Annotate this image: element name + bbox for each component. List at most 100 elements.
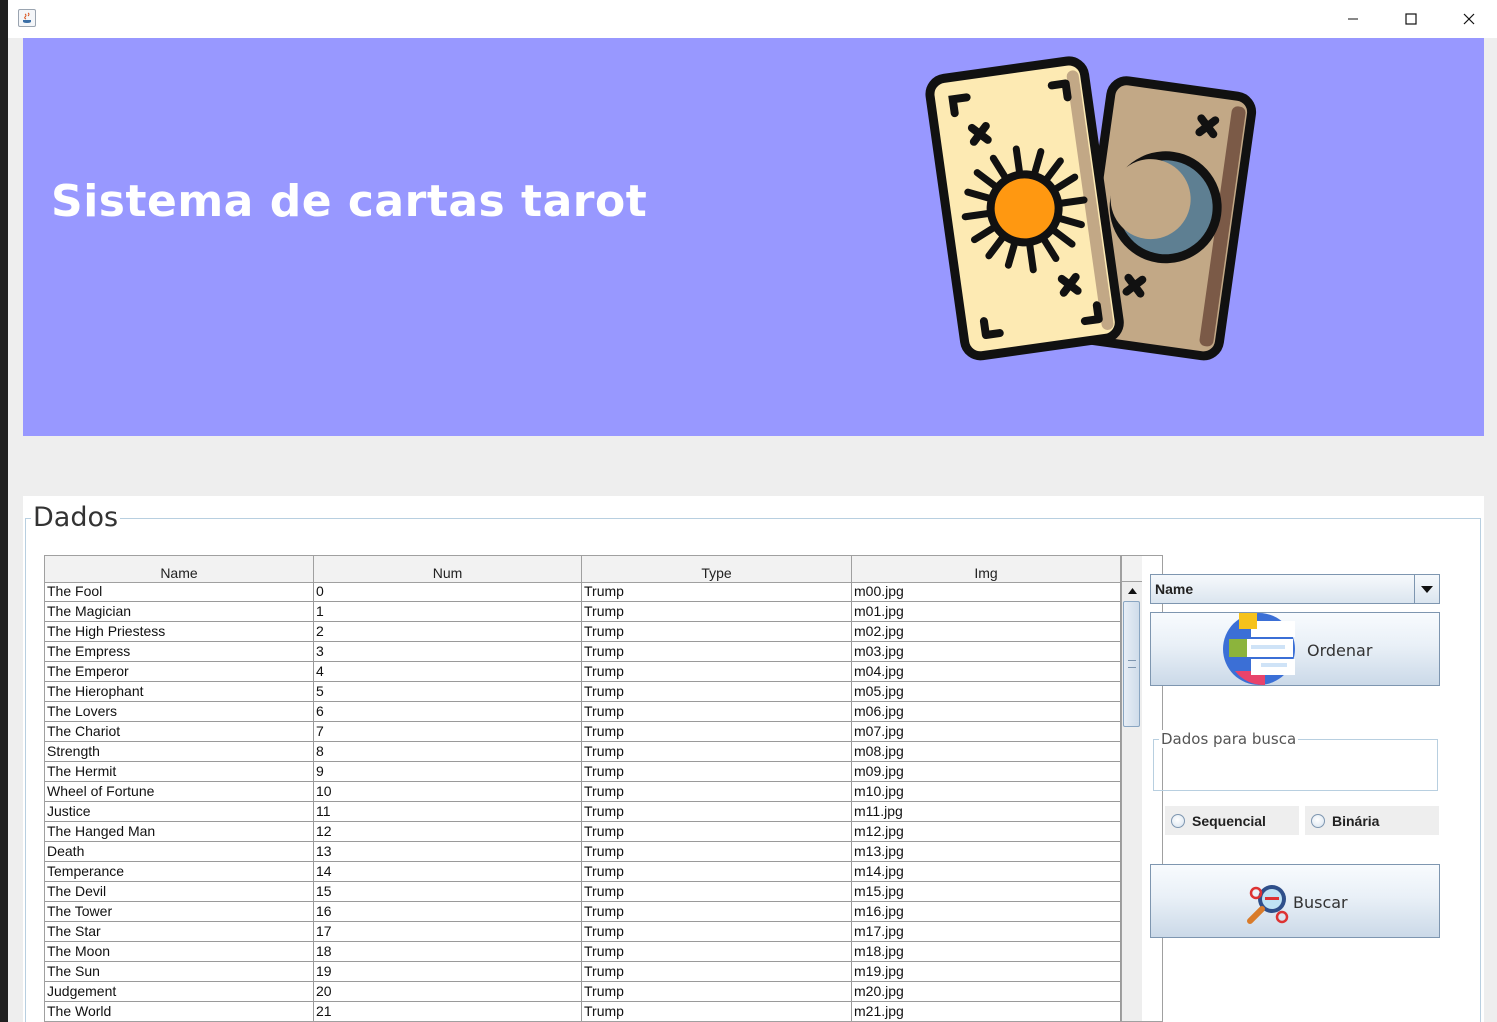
- cell-type[interactable]: Trump: [582, 682, 852, 702]
- cell-name[interactable]: The Fool: [45, 582, 314, 602]
- table-row[interactable]: Death 13 Trump m13.jpg: [45, 842, 1121, 862]
- cell-name[interactable]: Wheel of Fortune: [45, 782, 314, 802]
- java-app-icon[interactable]: [18, 9, 36, 27]
- cell-name[interactable]: The Star: [45, 922, 314, 942]
- cell-type[interactable]: Trump: [582, 802, 852, 822]
- table-row[interactable]: The World 21 Trump m21.jpg: [45, 1002, 1121, 1021]
- cell-type[interactable]: Trump: [582, 722, 852, 742]
- cell-img[interactable]: m14.jpg: [852, 862, 1121, 882]
- cell-type[interactable]: Trump: [582, 822, 852, 842]
- cell-num[interactable]: 20: [314, 982, 582, 1002]
- cell-num[interactable]: 10: [314, 782, 582, 802]
- cell-img[interactable]: m10.jpg: [852, 782, 1121, 802]
- table-row[interactable]: Judgement 20 Trump m20.jpg: [45, 982, 1121, 1002]
- cell-num[interactable]: 8: [314, 742, 582, 762]
- cell-img[interactable]: m02.jpg: [852, 622, 1121, 642]
- cell-name[interactable]: The High Priestess: [45, 622, 314, 642]
- cell-num[interactable]: 16: [314, 902, 582, 922]
- radio-binary[interactable]: Binária: [1305, 806, 1439, 835]
- cell-type[interactable]: Trump: [582, 842, 852, 862]
- cell-name[interactable]: The Hierophant: [45, 682, 314, 702]
- cell-num[interactable]: 7: [314, 722, 582, 742]
- column-header-name[interactable]: Name: [45, 556, 314, 582]
- table-row[interactable]: Justice 11 Trump m11.jpg: [45, 802, 1121, 822]
- cell-type[interactable]: Trump: [582, 602, 852, 622]
- table-row[interactable]: The Emperor 4 Trump m04.jpg: [45, 662, 1121, 682]
- cell-name[interactable]: The Tower: [45, 902, 314, 922]
- cell-type[interactable]: Trump: [582, 702, 852, 722]
- cell-num[interactable]: 14: [314, 862, 582, 882]
- cell-img[interactable]: m13.jpg: [852, 842, 1121, 862]
- cell-num[interactable]: 6: [314, 702, 582, 722]
- cell-name[interactable]: Strength: [45, 742, 314, 762]
- cell-name[interactable]: Temperance: [45, 862, 314, 882]
- table-row[interactable]: The Hermit 9 Trump m09.jpg: [45, 762, 1121, 782]
- table-row[interactable]: The Sun 19 Trump m19.jpg: [45, 962, 1121, 982]
- cell-type[interactable]: Trump: [582, 942, 852, 962]
- table-row[interactable]: The Tower 16 Trump m16.jpg: [45, 902, 1121, 922]
- cell-num[interactable]: 19: [314, 962, 582, 982]
- cell-num[interactable]: 4: [314, 662, 582, 682]
- cell-type[interactable]: Trump: [582, 922, 852, 942]
- order-button[interactable]: Ordenar: [1150, 612, 1440, 686]
- cell-img[interactable]: m04.jpg: [852, 662, 1121, 682]
- table-row[interactable]: The Hierophant 5 Trump m05.jpg: [45, 682, 1121, 702]
- search-button[interactable]: Buscar: [1150, 864, 1440, 938]
- cell-num[interactable]: 0: [314, 582, 582, 602]
- cell-type[interactable]: Trump: [582, 902, 852, 922]
- cell-type[interactable]: Trump: [582, 662, 852, 682]
- cell-img[interactable]: m03.jpg: [852, 642, 1121, 662]
- cell-type[interactable]: Trump: [582, 882, 852, 902]
- cell-name[interactable]: The Magician: [45, 602, 314, 622]
- radio-binary-circle[interactable]: [1311, 813, 1325, 828]
- cell-img[interactable]: m18.jpg: [852, 942, 1121, 962]
- dropdown-arrow-button[interactable]: [1414, 575, 1439, 603]
- table-scrollbar[interactable]: [1121, 582, 1142, 1021]
- cell-num[interactable]: 18: [314, 942, 582, 962]
- close-button[interactable]: [1440, 0, 1497, 38]
- cards-table[interactable]: Name Num Type Img The Fool 0 Trump m00.jpg T…: [44, 555, 1163, 1022]
- table-row[interactable]: The Devil 15 Trump m15.jpg: [45, 882, 1121, 902]
- table-row[interactable]: Strength 8 Trump m08.jpg: [45, 742, 1121, 762]
- cell-img[interactable]: m21.jpg: [852, 1002, 1121, 1021]
- search-input[interactable]: [1158, 750, 1432, 786]
- maximize-button[interactable]: [1382, 0, 1440, 38]
- cell-img[interactable]: m07.jpg: [852, 722, 1121, 742]
- cell-num[interactable]: 12: [314, 822, 582, 842]
- cell-name[interactable]: The Hanged Man: [45, 822, 314, 842]
- cell-img[interactable]: m19.jpg: [852, 962, 1121, 982]
- cell-num[interactable]: 15: [314, 882, 582, 902]
- cell-type[interactable]: Trump: [582, 742, 852, 762]
- minimize-button[interactable]: [1324, 0, 1382, 38]
- cell-img[interactable]: m06.jpg: [852, 702, 1121, 722]
- cell-name[interactable]: Judgement: [45, 982, 314, 1002]
- cell-num[interactable]: 21: [314, 1002, 582, 1021]
- cell-type[interactable]: Trump: [582, 862, 852, 882]
- table-row[interactable]: The Lovers 6 Trump m06.jpg: [45, 702, 1121, 722]
- table-row[interactable]: Wheel of Fortune 10 Trump m10.jpg: [45, 782, 1121, 802]
- cell-img[interactable]: m09.jpg: [852, 762, 1121, 782]
- cell-type[interactable]: Trump: [582, 1002, 852, 1021]
- cell-img[interactable]: m11.jpg: [852, 802, 1121, 822]
- cell-name[interactable]: The Devil: [45, 882, 314, 902]
- cell-type[interactable]: Trump: [582, 582, 852, 602]
- cell-img[interactable]: m05.jpg: [852, 682, 1121, 702]
- cell-num[interactable]: 13: [314, 842, 582, 862]
- cell-name[interactable]: The Empress: [45, 642, 314, 662]
- radio-sequential-circle[interactable]: [1171, 813, 1185, 828]
- cell-name[interactable]: The World: [45, 1002, 314, 1021]
- cell-name[interactable]: The Hermit: [45, 762, 314, 782]
- cell-img[interactable]: m20.jpg: [852, 982, 1121, 1002]
- cell-num[interactable]: 1: [314, 602, 582, 622]
- column-header-num[interactable]: Num: [314, 556, 582, 582]
- cell-img[interactable]: m15.jpg: [852, 882, 1121, 902]
- table-row[interactable]: The Hanged Man 12 Trump m12.jpg: [45, 822, 1121, 842]
- cell-name[interactable]: Death: [45, 842, 314, 862]
- cell-img[interactable]: m08.jpg: [852, 742, 1121, 762]
- scroll-up-button[interactable]: [1122, 582, 1142, 600]
- cell-img[interactable]: m00.jpg: [852, 582, 1121, 602]
- cell-type[interactable]: Trump: [582, 762, 852, 782]
- cell-type[interactable]: Trump: [582, 962, 852, 982]
- cell-name[interactable]: The Moon: [45, 942, 314, 962]
- table-row[interactable]: The Moon 18 Trump m18.jpg: [45, 942, 1121, 962]
